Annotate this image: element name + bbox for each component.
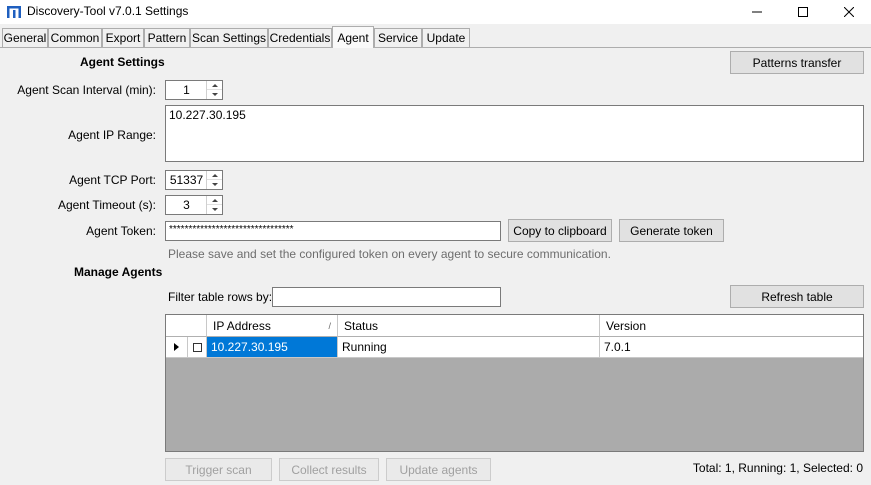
close-button[interactable]	[826, 0, 871, 24]
tcp-port-up-button[interactable]	[207, 171, 222, 180]
row-checkbox[interactable]	[192, 342, 202, 352]
arrow-down-icon	[211, 208, 218, 211]
arrow-down-icon	[211, 93, 218, 96]
tab-divider	[0, 47, 871, 48]
arrow-up-icon	[211, 198, 218, 202]
timeout-up-button[interactable]	[207, 196, 222, 205]
tab-service[interactable]: Service	[374, 28, 422, 47]
filter-input[interactable]	[272, 287, 501, 307]
cell-ip[interactable]: 10.227.30.195	[207, 337, 338, 358]
ip-range-label: Agent IP Range:	[68, 128, 156, 142]
scan-interval-up-button[interactable]	[207, 81, 222, 90]
timeout-arrows	[206, 196, 222, 214]
minimize-icon	[752, 11, 762, 13]
agent-settings-heading: Agent Settings	[80, 55, 165, 69]
column-header-status[interactable]: Status	[338, 315, 600, 337]
scan-interval-value: 1	[183, 83, 190, 97]
maximize-button[interactable]	[780, 0, 826, 24]
scan-interval-stepper[interactable]: 1	[165, 80, 223, 100]
row-header[interactable]	[166, 337, 188, 358]
sort-indicator-icon: /	[328, 320, 331, 331]
status-summary: Total: 1, Running: 1, Selected: 0	[692, 461, 863, 475]
tab-strip: General Common Export Pattern Scan Setti…	[0, 26, 871, 48]
tab-update[interactable]: Update	[422, 28, 470, 47]
tab-pattern[interactable]: Pattern	[144, 28, 190, 47]
scan-interval-down-button[interactable]	[207, 90, 222, 99]
agents-table: IP Address / Status Version 10.227.30.19…	[165, 314, 864, 452]
ip-range-textarea[interactable]: 10.227.30.195	[165, 105, 864, 162]
generate-token-button[interactable]: Generate token	[619, 219, 724, 242]
title-bar: Discovery-Tool v7.0.1 Settings	[0, 0, 871, 24]
timeout-down-button[interactable]	[207, 205, 222, 214]
arrow-down-icon	[211, 183, 218, 186]
copy-to-clipboard-button[interactable]: Copy to clipboard	[508, 219, 612, 242]
tcp-port-stepper[interactable]: 51337	[165, 170, 223, 190]
tab-credentials[interactable]: Credentials	[268, 28, 332, 47]
scan-interval-label: Agent Scan Interval (min):	[17, 83, 156, 97]
token-label: Agent Token:	[86, 224, 156, 238]
collect-results-button[interactable]: Collect results	[279, 458, 379, 481]
update-agents-button[interactable]: Update agents	[386, 458, 491, 481]
timeout-value: 3	[183, 198, 190, 212]
filter-label: Filter table rows by:	[168, 290, 273, 304]
maximize-icon	[798, 7, 808, 17]
app-logo-icon	[7, 6, 21, 18]
window-title: Discovery-Tool v7.0.1 Settings	[27, 4, 189, 18]
header-corner	[166, 315, 207, 337]
tab-common[interactable]: Common	[48, 28, 102, 47]
column-header-ip[interactable]: IP Address /	[207, 315, 338, 337]
scan-interval-arrows	[206, 81, 222, 99]
tcp-port-down-button[interactable]	[207, 180, 222, 189]
timeout-stepper[interactable]: 3	[165, 195, 223, 215]
patterns-transfer-button[interactable]: Patterns transfer	[730, 51, 864, 74]
cell-version[interactable]: 7.0.1	[600, 337, 863, 358]
tcp-port-label: Agent TCP Port:	[69, 173, 156, 187]
arrow-up-icon	[211, 173, 218, 177]
token-note: Please save and set the configured token…	[168, 247, 611, 261]
tab-export[interactable]: Export	[102, 28, 144, 47]
arrow-up-icon	[211, 83, 218, 87]
refresh-table-button[interactable]: Refresh table	[730, 285, 864, 308]
cell-status[interactable]: Running	[338, 337, 600, 358]
column-header-version[interactable]: Version	[600, 315, 863, 337]
tcp-port-value: 51337	[169, 173, 204, 187]
row-select-cell[interactable]	[188, 337, 207, 358]
current-row-icon	[174, 343, 179, 351]
tab-scan-settings[interactable]: Scan Settings	[190, 28, 268, 47]
tab-agent[interactable]: Agent	[332, 26, 374, 48]
agent-token-field[interactable]: ********************************	[165, 221, 501, 241]
minimize-button[interactable]	[734, 0, 780, 24]
timeout-label: Agent Timeout (s):	[57, 198, 156, 212]
tcp-port-arrows	[206, 171, 222, 189]
manage-agents-heading: Manage Agents	[74, 265, 163, 279]
close-icon	[844, 7, 854, 17]
column-header-ip-label: IP Address	[213, 318, 271, 333]
trigger-scan-button[interactable]: Trigger scan	[165, 458, 272, 481]
tab-general[interactable]: General	[2, 28, 48, 47]
